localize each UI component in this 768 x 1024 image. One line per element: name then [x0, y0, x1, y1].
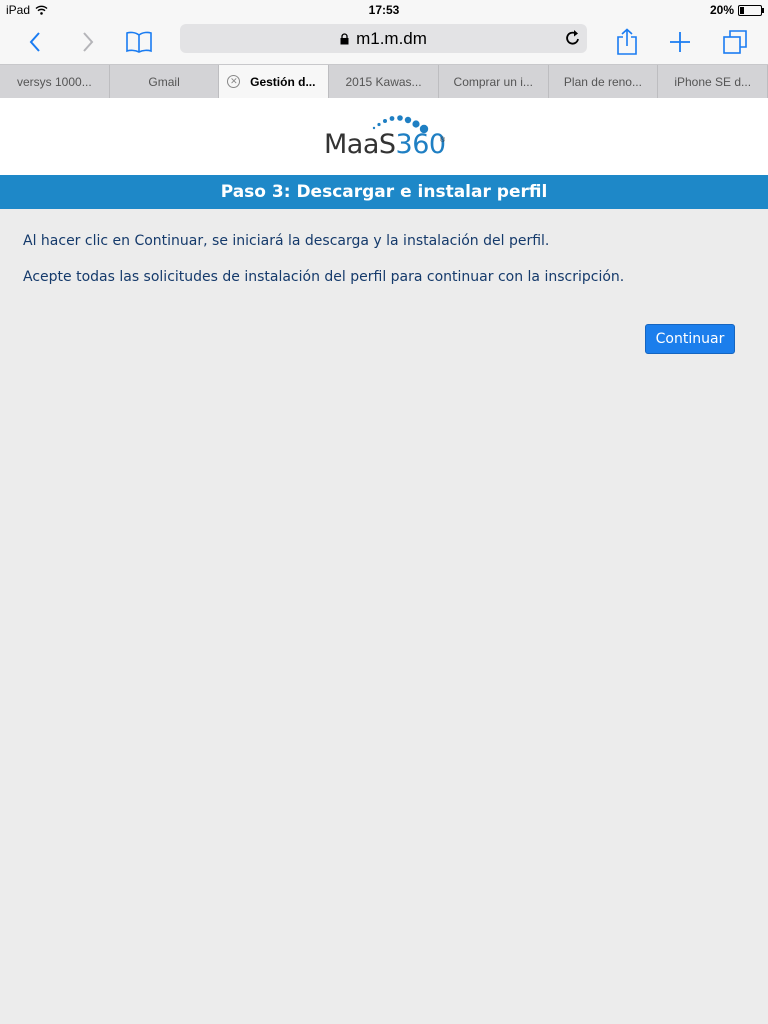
- tab-label: iPhone SE d...: [674, 74, 752, 89]
- back-button[interactable]: [17, 24, 53, 60]
- tab-kawasaki[interactable]: 2015 Kawas...: [329, 65, 439, 98]
- battery-percent: 20%: [709, 3, 734, 17]
- logo-maas: MaaS: [324, 129, 396, 160]
- maas360-logo: MaaS360 ®: [322, 115, 447, 161]
- tab-label: Plan de reno...: [563, 74, 642, 89]
- continue-button[interactable]: Continuar: [645, 324, 735, 354]
- reload-icon[interactable]: [565, 29, 581, 47]
- instruction-2: Acepte todas las solicitudes de instalac…: [23, 269, 625, 285]
- tab-label: Gmail: [148, 74, 180, 89]
- url-text: m1.m.dm: [356, 28, 427, 48]
- tab-label: versys 1000...: [17, 74, 92, 89]
- tab-plan[interactable]: Plan de reno...: [549, 65, 659, 98]
- address-bar[interactable]: m1.m.dm: [180, 24, 587, 53]
- page-content: Al hacer clic en Continuar, se iniciará …: [0, 209, 768, 329]
- chevron-right-icon: [83, 32, 94, 52]
- web-page: MaaS360 ® Paso 3: Descargar e instalar p…: [0, 98, 768, 1024]
- status-right: 20%: [709, 3, 764, 17]
- tab-iphone[interactable]: iPhone SE d...: [658, 65, 768, 98]
- lock-icon: [340, 32, 349, 44]
- battery-icon: [738, 4, 764, 16]
- tabs-icon: [723, 30, 747, 54]
- tab-label: 2015 Kawas...: [345, 74, 422, 89]
- tab-gmail[interactable]: Gmail: [110, 65, 220, 98]
- tab-comprar[interactable]: Comprar un i...: [439, 65, 549, 98]
- tab-label: Gestión d...: [250, 74, 316, 89]
- tab-gestion[interactable]: ✕ Gestión d...: [219, 65, 330, 98]
- logo-text: MaaS360: [324, 129, 446, 160]
- step-title: Paso 3: Descargar e instalar perfil: [0, 175, 768, 209]
- logo-registered: ®: [440, 137, 446, 144]
- share-button[interactable]: [609, 24, 645, 60]
- tab-bar: versys 1000... Gmail ✕ Gestión d... 2015 …: [0, 64, 768, 99]
- logo-360: 360: [395, 129, 447, 160]
- status-bar: iPad 17:53 20%: [0, 0, 768, 20]
- page-header: MaaS360 ®: [0, 98, 768, 175]
- forward-button[interactable]: [70, 24, 106, 60]
- tabs-overview-button[interactable]: [717, 24, 753, 60]
- plus-icon: [670, 32, 690, 52]
- tab-versys[interactable]: versys 1000...: [0, 65, 110, 98]
- bookmarks-button[interactable]: [121, 24, 157, 60]
- book-icon: [126, 31, 152, 53]
- new-tab-button[interactable]: [662, 24, 698, 60]
- tab-label: Comprar un i...: [453, 74, 533, 89]
- instruction-1: Al hacer clic en Continuar, se iniciará …: [23, 233, 550, 249]
- chevron-left-icon: [29, 32, 40, 52]
- share-icon: [617, 28, 637, 55]
- status-time: 17:53: [368, 3, 400, 17]
- browser-toolbar: m1.m.dm: [0, 20, 768, 64]
